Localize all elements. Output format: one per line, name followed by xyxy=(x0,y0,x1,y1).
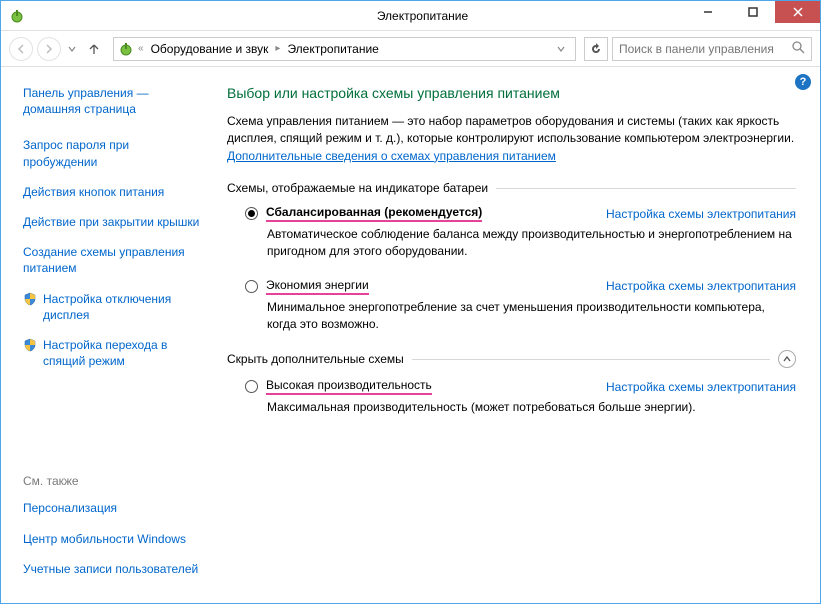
maximize-button[interactable] xyxy=(730,1,775,23)
close-button[interactable] xyxy=(775,1,820,23)
sidebar-sleep[interactable]: Настройка перехода в спящий режим xyxy=(23,337,203,369)
help-icon[interactable]: ? xyxy=(795,74,811,90)
sidebar-lid-action[interactable]: Действие при закрытии крышки xyxy=(23,214,203,230)
content: Панель управления — домашняя страница За… xyxy=(1,67,820,603)
app-icon xyxy=(9,8,25,24)
main-pane: Выбор или настройка схемы управления пит… xyxy=(217,67,820,603)
plan-high-performance: Высокая производительность Настройка схе… xyxy=(245,378,796,416)
forward-button[interactable] xyxy=(37,37,61,61)
sidebar-button-actions[interactable]: Действия кнопок питания xyxy=(23,184,203,200)
learn-more-link[interactable]: Дополнительные сведения о схемах управле… xyxy=(227,149,556,163)
radio-icon xyxy=(245,207,258,220)
page-title: Выбор или настройка схемы управления пит… xyxy=(227,85,796,101)
breadcrumb[interactable]: « Оборудование и звук ▸ Электропитание xyxy=(113,37,576,61)
see-also-header: См. также xyxy=(23,474,203,488)
section-battery-plans: Схемы, отображаемые на индикаторе батаре… xyxy=(227,181,796,195)
breadcrumb-dropdown[interactable] xyxy=(551,42,571,56)
minimize-button[interactable] xyxy=(685,1,730,23)
plan-high-desc: Максимальная производительность (может п… xyxy=(267,399,796,416)
sidebar-display-off[interactable]: Настройка отключения дисплея xyxy=(23,291,203,323)
plan-high-settings-link[interactable]: Настройка схемы электропитания xyxy=(606,380,796,394)
section-additional-plans: Скрыть дополнительные схемы xyxy=(227,350,796,368)
plan-balanced-radio[interactable]: Сбалансированная (рекомендуется) xyxy=(245,205,482,222)
refresh-button[interactable] xyxy=(584,37,608,61)
page-description: Схема управления питанием — это набор па… xyxy=(227,113,796,165)
sidebar: Панель управления — домашняя страница За… xyxy=(1,67,217,603)
search-input[interactable] xyxy=(619,42,779,56)
sidebar-home[interactable]: Панель управления — домашняя страница xyxy=(23,85,203,117)
breadcrumb-icon xyxy=(118,41,134,57)
breadcrumb-item-2[interactable]: Электропитание xyxy=(284,42,381,56)
plan-balanced-desc: Автоматическое соблюдение баланса между … xyxy=(267,226,796,260)
search-box[interactable] xyxy=(612,37,812,61)
search-icon[interactable] xyxy=(792,41,805,57)
window-controls xyxy=(685,1,820,23)
plan-balanced: Сбалансированная (рекомендуется) Настрой… xyxy=(245,205,796,260)
sidebar-sleep-label: Настройка перехода в спящий режим xyxy=(43,337,203,369)
plan-saver: Экономия энергии Настройка схемы электро… xyxy=(245,278,796,333)
sidebar-display-off-label: Настройка отключения дисплея xyxy=(43,291,203,323)
shield-icon xyxy=(23,292,37,306)
chevron-right-icon: ▸ xyxy=(275,43,280,54)
collapse-button[interactable] xyxy=(778,350,796,368)
breadcrumb-item-1[interactable]: Оборудование и звук xyxy=(148,42,272,56)
plan-high-radio[interactable]: Высокая производительность xyxy=(245,378,432,395)
sidebar-personalization[interactable]: Персонализация xyxy=(23,500,203,516)
up-button[interactable] xyxy=(83,38,105,60)
sidebar-mobility[interactable]: Центр мобильности Windows xyxy=(23,531,203,547)
toolbar: « Оборудование и звук ▸ Электропитание xyxy=(1,31,820,67)
titlebar: Электропитание xyxy=(1,1,820,31)
plan-saver-settings-link[interactable]: Настройка схемы электропитания xyxy=(606,279,796,293)
sidebar-wake-password[interactable]: Запрос пароля при пробуждении xyxy=(23,137,203,169)
plan-saver-desc: Минимальное энергопотребление за счет ум… xyxy=(267,299,796,333)
sidebar-accounts[interactable]: Учетные записи пользователей xyxy=(23,561,203,577)
shield-icon xyxy=(23,338,37,352)
plan-balanced-settings-link[interactable]: Настройка схемы электропитания xyxy=(606,207,796,221)
plan-saver-radio[interactable]: Экономия энергии xyxy=(245,278,369,295)
history-dropdown[interactable] xyxy=(65,37,79,61)
sidebar-create-plan[interactable]: Создание схемы управления питанием xyxy=(23,244,203,276)
back-button[interactable] xyxy=(9,37,33,61)
breadcrumb-sep: « xyxy=(138,43,144,54)
radio-icon xyxy=(245,380,258,393)
radio-icon xyxy=(245,280,258,293)
